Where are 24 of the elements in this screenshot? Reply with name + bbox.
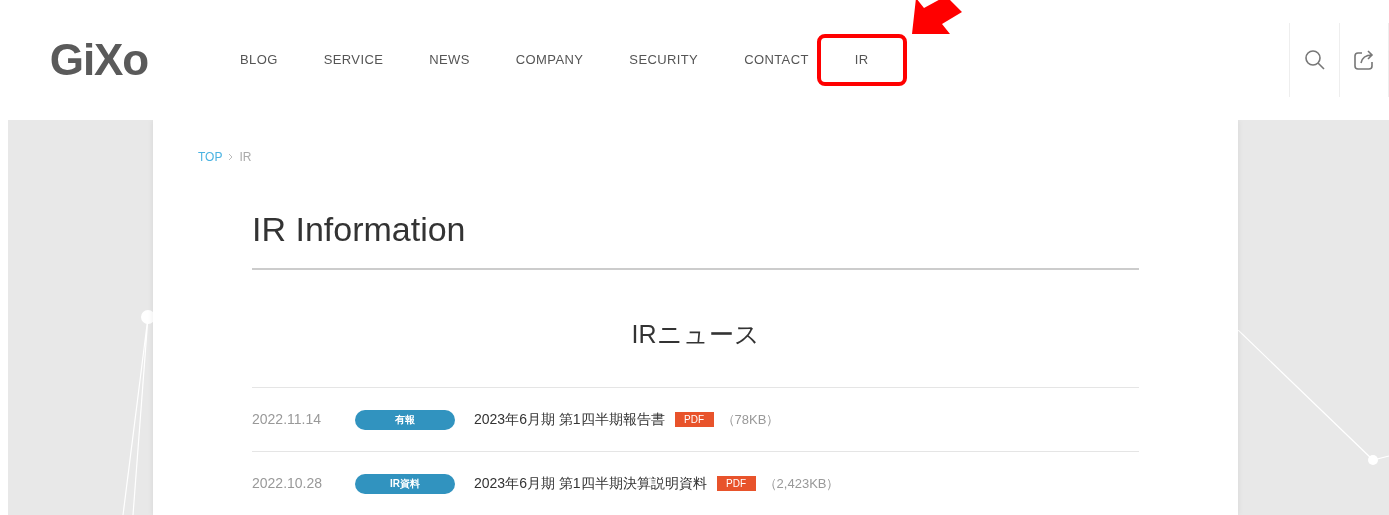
- document-link[interactable]: 2023年6月期 第1四半期決算説明資料: [474, 473, 707, 494]
- chevron-icon: [228, 153, 234, 161]
- nav-link[interactable]: IR: [816, 34, 907, 86]
- category-tag: IR資料: [355, 473, 455, 494]
- nav-link[interactable]: CONTACT: [744, 50, 809, 70]
- category-tag: 有報: [355, 409, 455, 430]
- breadcrumb-current: IR: [239, 149, 252, 166]
- document-link[interactable]: 2023年6月期 第1四半期報告書: [474, 409, 665, 430]
- logo[interactable]: GiXo: [30, 38, 168, 82]
- nav-link[interactable]: SERVICE: [323, 50, 384, 70]
- file-size: （2,423KB）: [763, 474, 840, 493]
- nav-link[interactable]: NEWS: [429, 50, 470, 70]
- file-size: （78KB）: [721, 410, 780, 429]
- page-title: IR Information: [252, 212, 1139, 270]
- share-icon[interactable]: [1339, 23, 1389, 97]
- news-date: 2022.11.14: [252, 410, 323, 429]
- pdf-tag: PDF: [716, 476, 756, 491]
- nav-link[interactable]: SECURITY: [629, 50, 699, 70]
- pdf-tag: PDF: [674, 412, 714, 427]
- news-date: 2022.10.28: [252, 474, 324, 493]
- section-title: IRニュース: [630, 322, 761, 347]
- nav-link[interactable]: BLOG: [240, 50, 278, 70]
- arrow-annotation: [911, 0, 962, 37]
- nav-link[interactable]: COMPANY: [515, 50, 584, 70]
